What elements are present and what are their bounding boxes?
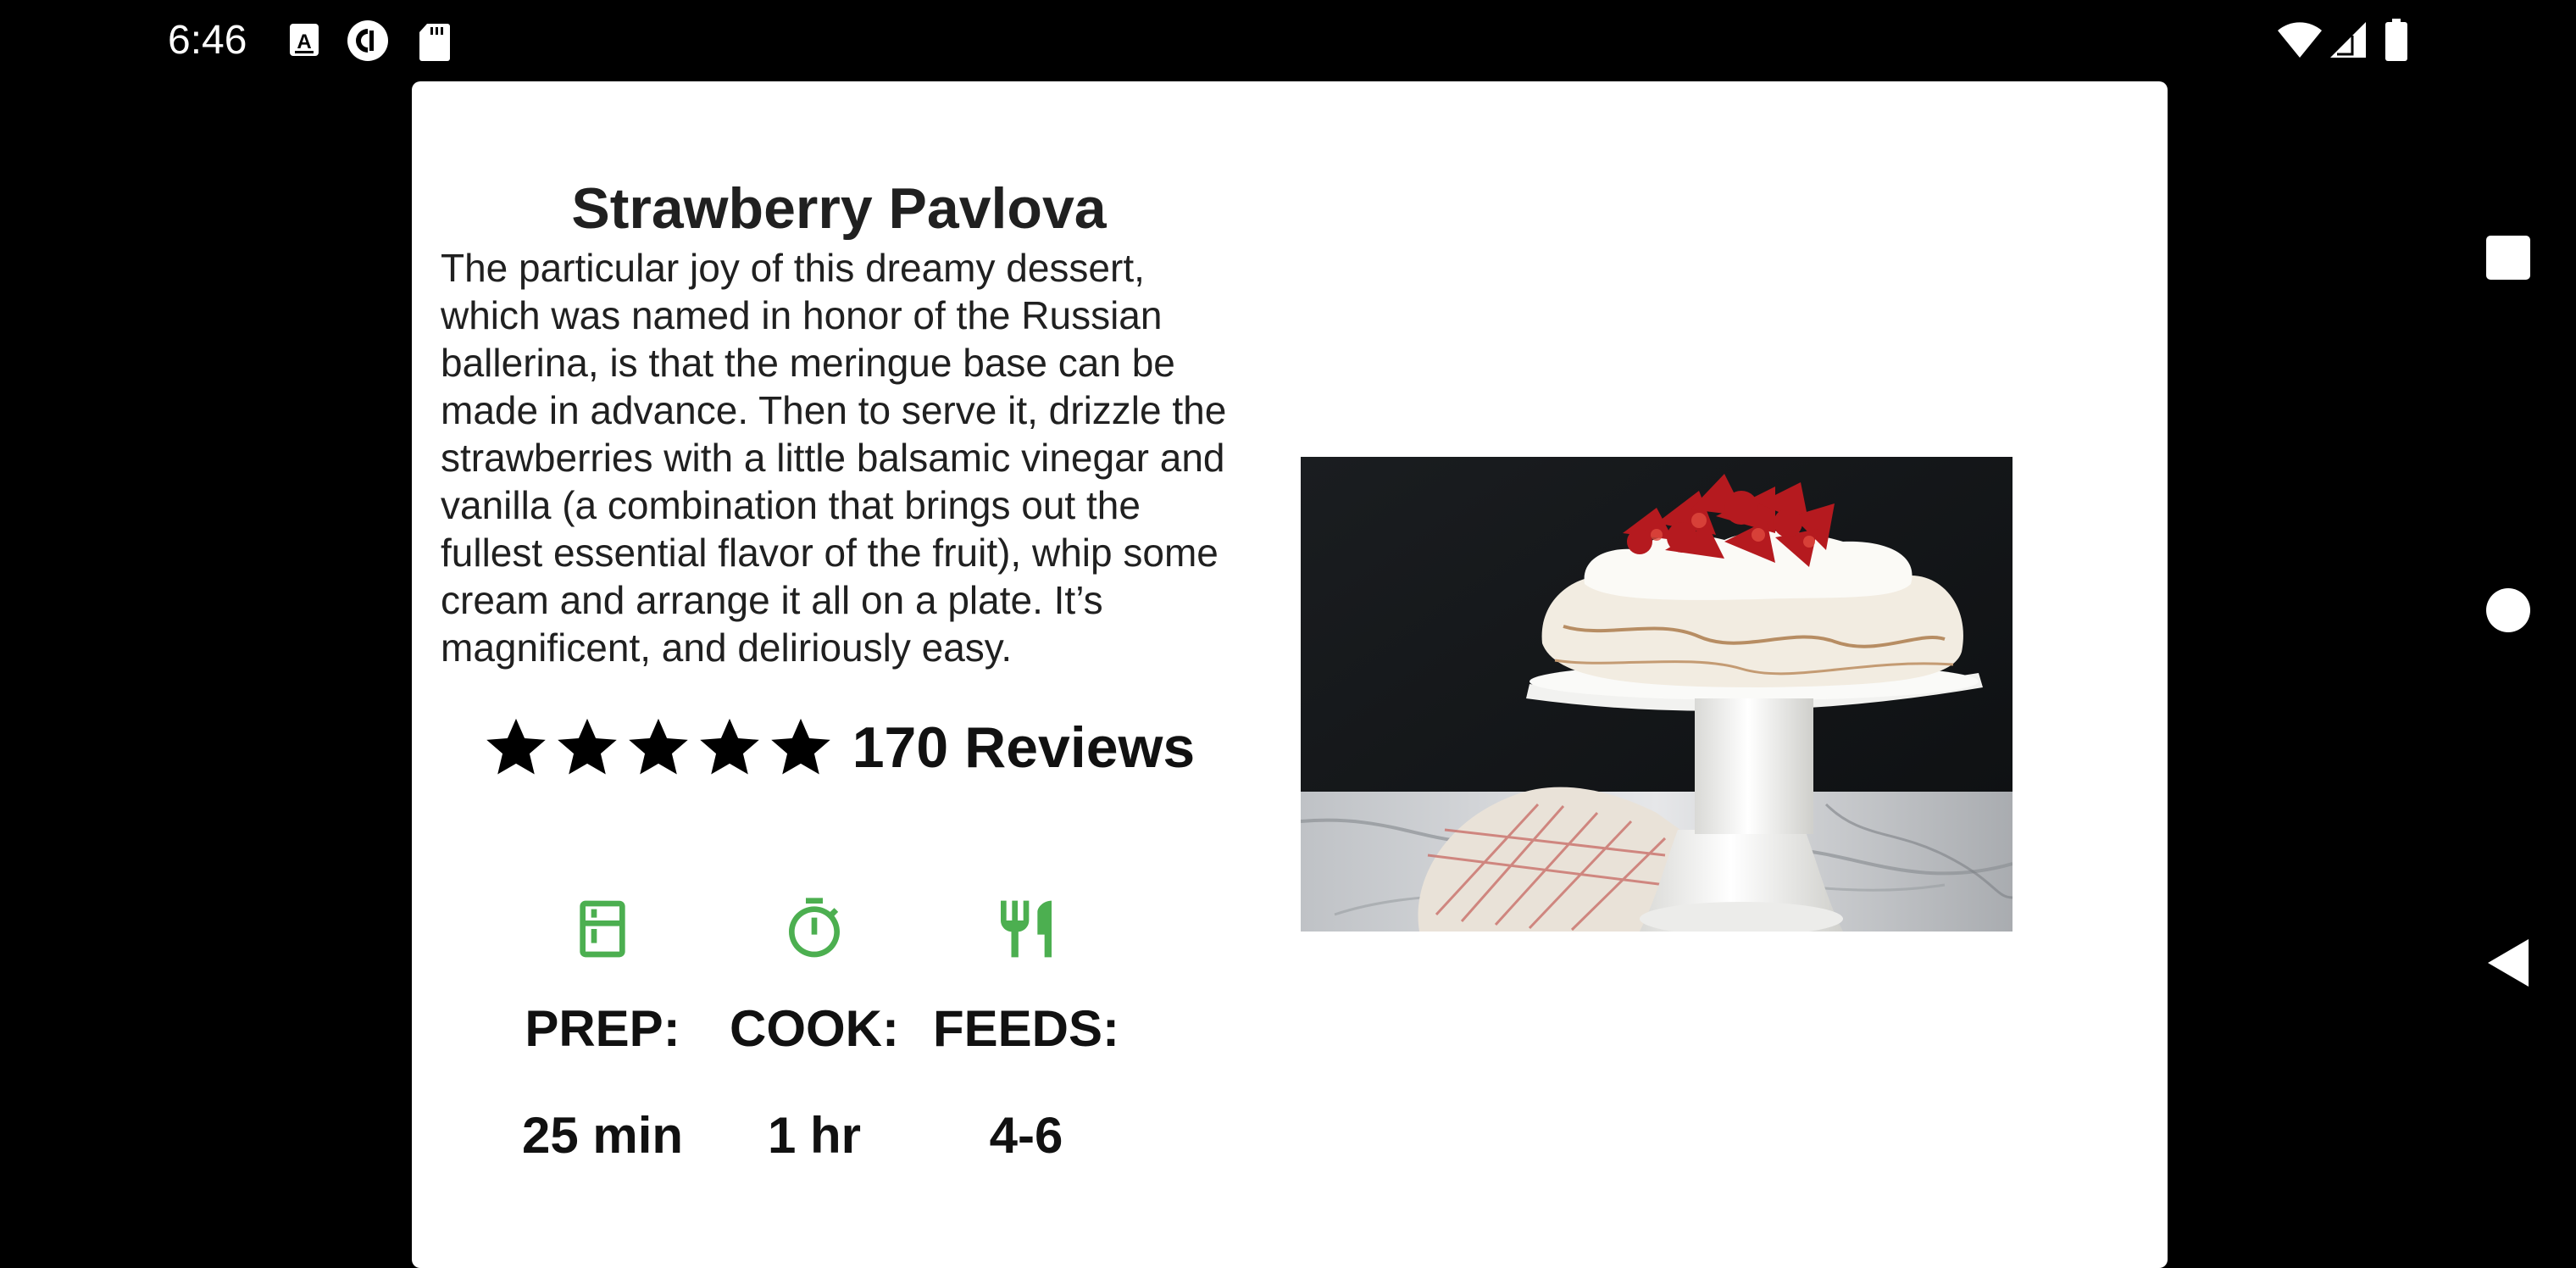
home-button[interactable] xyxy=(2440,559,2576,661)
pocket-casts-icon xyxy=(347,20,388,61)
star-icon xyxy=(628,718,688,775)
status-time: 6:46 xyxy=(168,18,247,63)
recents-button[interactable] xyxy=(2440,207,2576,309)
signal-icon xyxy=(2330,22,2366,58)
navigation-bar xyxy=(2440,0,2576,1221)
feeds-value: 4-6 xyxy=(989,1107,1063,1164)
prep-value: 25 min xyxy=(521,1107,684,1164)
recipe-card: Strawberry Pavlova The particular joy of… xyxy=(412,81,2168,1268)
pavlova-illustration xyxy=(1301,457,2012,932)
detail-feeds: FEEDS: 4-6 xyxy=(920,895,1132,1166)
recipe-text-column: Strawberry Pavlova The particular joy of… xyxy=(441,173,1237,790)
detail-cook: COOK: 1 hr xyxy=(708,895,920,1166)
battery-icon xyxy=(2385,19,2407,61)
timer-icon xyxy=(789,898,840,958)
sd-card-icon xyxy=(419,24,450,61)
recipe-description: The particular joy of this dreamy desser… xyxy=(441,246,1227,670)
rating-row: 170 Reviews xyxy=(441,705,1237,790)
back-button[interactable] xyxy=(2440,912,2576,1014)
a-icon: A xyxy=(290,24,319,56)
feeds-label: FEEDS: xyxy=(932,1000,1120,1057)
detail-prep: PREP: 25 min xyxy=(497,895,708,1166)
star-icon xyxy=(699,718,759,775)
reviews-count: 170 Reviews xyxy=(852,715,1196,780)
square-icon xyxy=(2486,236,2530,280)
star-icon xyxy=(557,718,617,775)
prep-label: PREP: xyxy=(525,1000,680,1057)
recipe-title: Strawberry Pavlova xyxy=(571,176,1107,241)
cook-value: 1 hr xyxy=(767,1107,862,1164)
circle-icon xyxy=(2486,588,2530,632)
triangle-back-icon xyxy=(2488,939,2529,987)
star-icon xyxy=(486,718,546,775)
wifi-icon xyxy=(2278,22,2322,58)
recipe-photo xyxy=(1301,457,2012,932)
cook-label: COOK: xyxy=(730,1000,899,1057)
status-bar: 6:46 A xyxy=(0,0,2576,81)
svg-text:A: A xyxy=(297,31,311,53)
star-icon xyxy=(770,718,830,775)
kitchen-icon xyxy=(580,900,625,958)
restaurant-icon xyxy=(1001,900,1052,958)
star-rating xyxy=(483,715,834,781)
